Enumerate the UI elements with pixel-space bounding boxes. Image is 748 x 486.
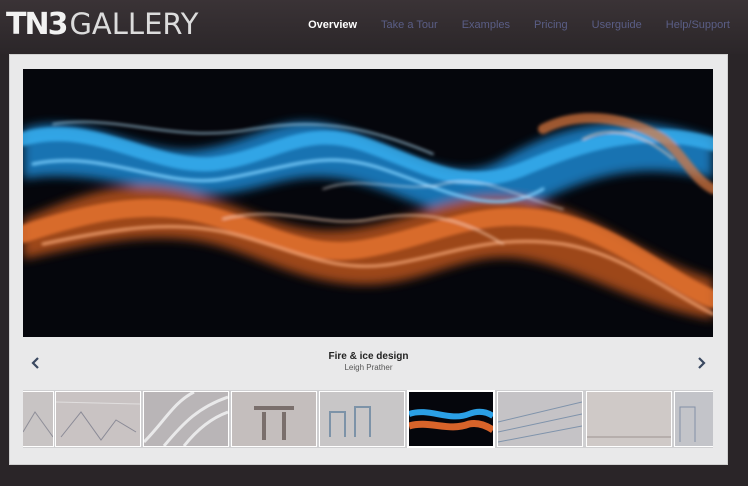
thumbnail-5-image <box>320 392 404 446</box>
main-image[interactable] <box>23 69 713 337</box>
thumbnail-3[interactable] <box>143 391 229 447</box>
thumbnail-1-image <box>23 392 53 446</box>
logo-tn3-text: TN3 <box>6 6 68 42</box>
site-header: TN3 GALLERY Overview Take a Tour Example… <box>0 0 748 54</box>
thumbnail-1[interactable] <box>23 391 54 447</box>
nav-overview[interactable]: Overview <box>308 16 357 34</box>
thumbnail-6-image <box>409 392 493 446</box>
gallery-stage: Fire & ice design Leigh Prather <box>9 54 728 465</box>
thumbnail-4[interactable] <box>231 391 317 447</box>
thumbnail-2[interactable] <box>55 391 141 447</box>
nav-examples[interactable]: Examples <box>462 16 510 34</box>
nav-help-support[interactable]: Help/Support <box>666 16 730 34</box>
thumbnail-8-image <box>587 392 671 446</box>
fire-ice-smoke-image <box>23 69 713 337</box>
thumbnail-4-image <box>232 392 316 446</box>
thumbnail-2-image <box>56 392 140 446</box>
thumbnail-6[interactable] <box>407 390 495 448</box>
thumbnail-8[interactable] <box>586 391 672 447</box>
thumbnail-9[interactable] <box>674 391 713 447</box>
main-nav: Overview Take a Tour Examples Pricing Us… <box>308 16 730 34</box>
image-author: Leigh Prather <box>344 363 393 372</box>
thumbnail-strip <box>23 390 713 448</box>
thumbnail-7[interactable] <box>497 391 583 447</box>
image-caption: Fire & ice design Leigh Prather <box>10 351 727 372</box>
thumbnail-5[interactable] <box>319 391 405 447</box>
thumbnail-9-image <box>675 392 713 446</box>
thumbnail-3-image <box>144 392 228 446</box>
tn3-gallery-logo[interactable]: TN3 GALLERY <box>6 4 198 44</box>
nav-take-a-tour[interactable]: Take a Tour <box>381 16 438 34</box>
nav-userguide[interactable]: Userguide <box>592 16 642 34</box>
logo-gallery-text: GALLERY <box>69 7 199 41</box>
image-title: Fire & ice design <box>328 351 409 362</box>
thumbnail-7-image <box>498 392 582 446</box>
nav-pricing[interactable]: Pricing <box>534 16 568 34</box>
